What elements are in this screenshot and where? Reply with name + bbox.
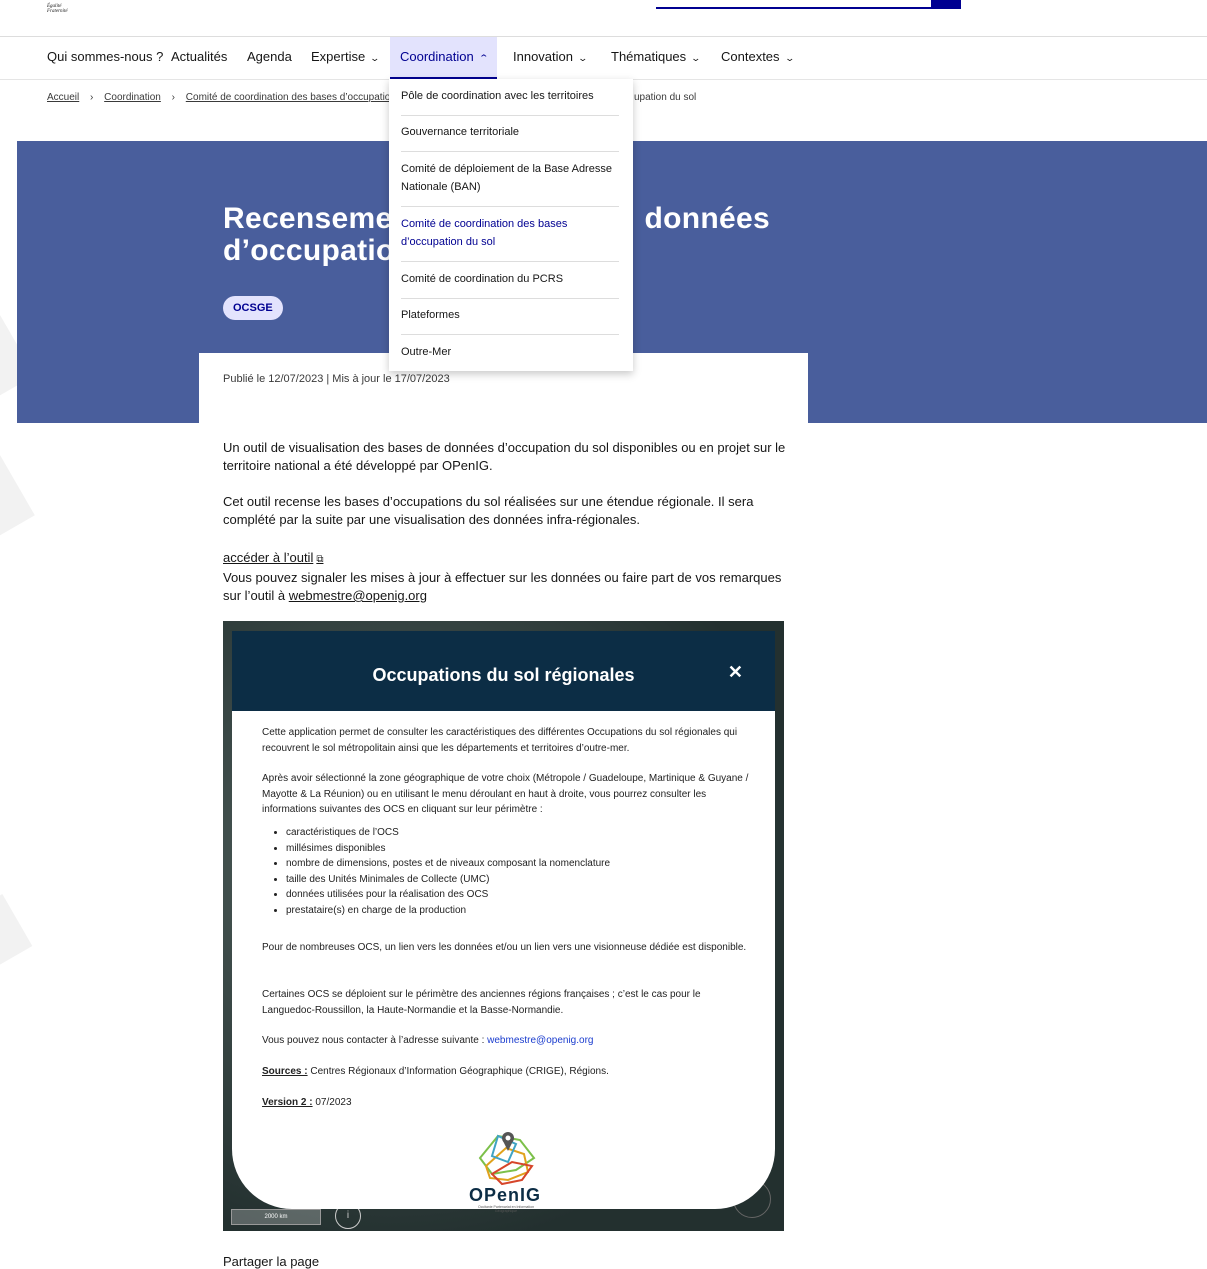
main-navigation: Qui sommes-nous ? Actualités Agenda Expe…	[0, 37, 1207, 80]
article-paragraph-1: Un outil de visualisation des bases de d…	[223, 440, 786, 473]
nav-item-thematiques[interactable]: Thématiques ⌄	[611, 37, 702, 79]
nav-item-actualites[interactable]: Actualités	[171, 37, 227, 79]
chevron-down-icon: ⌄	[577, 52, 589, 63]
list-item: millésimes disponibles	[286, 841, 752, 857]
dropdown-item-plateformes[interactable]: Plateformes	[401, 306, 619, 335]
modal-sources: Sources : Centres Régionaux d’Informatio…	[262, 1066, 609, 1077]
chevron-down-icon: ⌄	[784, 52, 795, 63]
publication-date: Publié le 12/07/2023 | Mis à jour le 17/…	[223, 373, 450, 385]
dropdown-item-outre-mer[interactable]: Outre-Mer	[401, 343, 619, 361]
close-icon[interactable]: ✕	[728, 663, 743, 681]
chevron-down-icon: ⌄	[690, 52, 702, 63]
nav-item-agenda[interactable]: Agenda	[247, 37, 292, 79]
nav-item-innovation[interactable]: Innovation ⌄	[513, 37, 589, 79]
modal-intro: Cette application permet de consulter le…	[262, 727, 738, 754]
modal-header: Occupations du sol régionales ✕	[232, 631, 775, 711]
nav-item-coordination[interactable]: Coordination ⌃	[390, 37, 498, 79]
decorative-shape	[0, 454, 35, 536]
list-item: données utilisées pour la réalisation de…	[286, 887, 752, 903]
breadcrumb: Accueil › Coordination › Comité de coord…	[47, 92, 390, 103]
modal-select-text: Après avoir sélectionné la zone géograph…	[262, 773, 749, 815]
dropdown-item-gouvernance[interactable]: Gouvernance territoriale	[401, 123, 619, 152]
list-item: nombre de dimensions, postes et de nivea…	[286, 856, 752, 872]
coordination-dropdown-menu: Pôle de coordination avec les territoire…	[389, 79, 633, 371]
site-header: Égalité Fraternité	[0, 0, 1207, 37]
embedded-map-tool[interactable]: 2000 km i Occupations du sol régionales …	[223, 621, 784, 1231]
chevron-up-icon: ⌃	[478, 52, 489, 63]
breadcrumb-current: upation du sol	[634, 92, 697, 103]
breadcrumb-home-link[interactable]: Accueil	[47, 92, 79, 103]
decorative-shape	[0, 894, 33, 966]
openig-logo-text: OPenIG	[468, 1185, 541, 1205]
list-item: caractéristiques de l’OCS	[286, 825, 752, 841]
nav-item-expertise[interactable]: Expertise ⌄	[311, 37, 381, 79]
dropdown-item-comite-pcrs[interactable]: Comité de coordination du PCRS	[401, 270, 619, 299]
republic-mottos: Égalité Fraternité	[47, 4, 68, 14]
chevron-down-icon: ⌄	[369, 52, 381, 63]
dropdown-item-comite-occupation-sol[interactable]: Comité de coordination des bases d’occup…	[401, 215, 619, 262]
modal-regions-text: Certaines OCS se déploient sur le périmè…	[262, 989, 701, 1016]
modal-feature-list: caractéristiques de l’OCS millésimes dis…	[262, 825, 752, 918]
article-tool-block: accéder à l’outil ⧉ Vous pouvez signaler …	[223, 550, 782, 603]
breadcrumb-comite-link[interactable]: Comité de coordination des bases d’occup…	[186, 92, 391, 103]
tool-link[interactable]: accéder à l’outil ⧉	[223, 550, 323, 565]
search-input[interactable]	[656, 7, 931, 9]
email-link[interactable]: webmestre@openig.org	[289, 588, 427, 603]
modal-title: Occupations du sol régionales	[372, 665, 635, 685]
map-scale: 2000 km	[231, 1209, 321, 1225]
dropdown-item-pole-coordination[interactable]: Pôle de coordination avec les territoire…	[401, 87, 619, 116]
search-button[interactable]	[931, 0, 961, 9]
openig-logo-subtitle: Occitanie Partenariat en Information Géo…	[477, 1205, 535, 1213]
modal-body: Cette application permet de consulter le…	[232, 711, 775, 1213]
contact-email-link[interactable]: webmestre@openig.org	[487, 1035, 593, 1046]
nav-item-contextes[interactable]: Contextes ⌄	[721, 37, 795, 79]
list-item: prestataire(s) en charge de la productio…	[286, 903, 752, 919]
modal-version: Version 2 : 07/2023	[262, 1097, 352, 1108]
article-paragraph-2: Cet outil recense les bases d’occupation…	[223, 494, 754, 527]
list-item: taille des Unités Minimales de Collecte …	[286, 872, 752, 888]
modal-links-text: Pour de nombreuses OCS, un lien vers les…	[262, 942, 747, 953]
nav-item-qui-sommes-nous[interactable]: Qui sommes-nous ?	[47, 37, 163, 79]
modal-contact: Vous pouvez nous contacter à l’adresse s…	[262, 1035, 594, 1046]
tag-ocsge[interactable]: OCSGE	[223, 296, 283, 320]
breadcrumb-coordination-link[interactable]: Coordination	[104, 92, 161, 103]
breadcrumb-separator: ›	[90, 92, 94, 103]
dropdown-item-comite-ban[interactable]: Comité de déploiement de la Base Adresse…	[401, 160, 619, 207]
breadcrumb-separator: ›	[171, 92, 175, 103]
external-link-icon: ⧉	[316, 554, 324, 565]
